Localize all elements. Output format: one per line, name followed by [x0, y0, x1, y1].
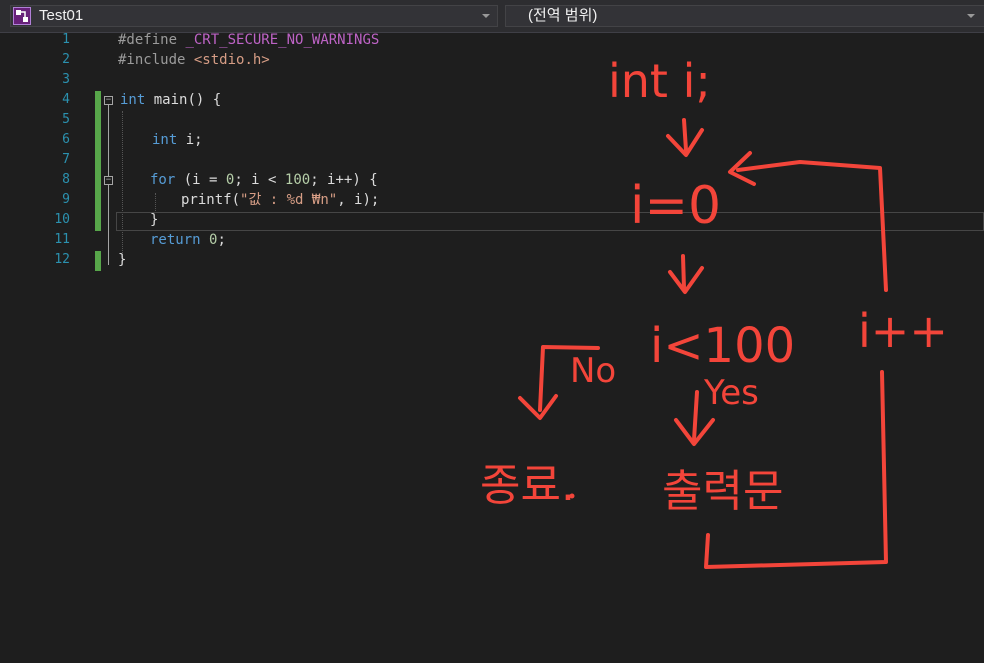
line-number: 8 [62, 172, 70, 187]
line-number: 7 [62, 152, 70, 167]
code-line: return 0; [150, 232, 226, 248]
indent-guide [122, 111, 123, 261]
line-number: 1 [62, 32, 70, 47]
code-editor[interactable]: 1 2 3 4 5 6 7 8 9 10 11 12 − − #define _… [0, 32, 984, 663]
line-number: 5 [62, 112, 70, 127]
code-line: #define _CRT_SECURE_NO_WARNINGS [118, 32, 380, 48]
scope-label: (전역 범위) [528, 7, 598, 24]
line-number: 2 [62, 52, 70, 67]
line-number: 3 [62, 72, 70, 87]
chevron-down-icon[interactable] [964, 6, 978, 26]
code-line: int main() { [120, 92, 222, 108]
line-number: 4 [62, 92, 70, 107]
project-dropdown[interactable]: Test01 [10, 5, 498, 27]
collapse-icon[interactable]: − [104, 176, 113, 185]
change-marker [95, 251, 101, 271]
code-line: } [118, 252, 127, 268]
line-number: 9 [62, 192, 70, 207]
collapse-icon[interactable]: − [104, 96, 113, 105]
project-icon [13, 7, 31, 25]
chevron-down-icon[interactable] [479, 6, 493, 26]
code-line: int i; [152, 132, 203, 148]
code-line: } [150, 212, 159, 228]
current-line-highlight [116, 212, 984, 231]
line-number: 10 [54, 212, 70, 227]
code-line: printf("값 : %d ₩n", i); [181, 192, 380, 208]
line-number: 6 [62, 132, 70, 147]
change-marker [95, 91, 101, 231]
code-line: #include <stdio.h> [118, 52, 270, 68]
line-number: 12 [54, 252, 70, 267]
navigation-bar: Test01 (전역 범위) [0, 0, 984, 33]
scope-dropdown[interactable]: (전역 범위) [505, 5, 984, 27]
outline-line [108, 105, 109, 265]
project-name: Test01 [39, 7, 84, 24]
code-line: for (i = 0; i < 100; i++) { [150, 172, 378, 188]
line-number: 11 [54, 232, 70, 247]
